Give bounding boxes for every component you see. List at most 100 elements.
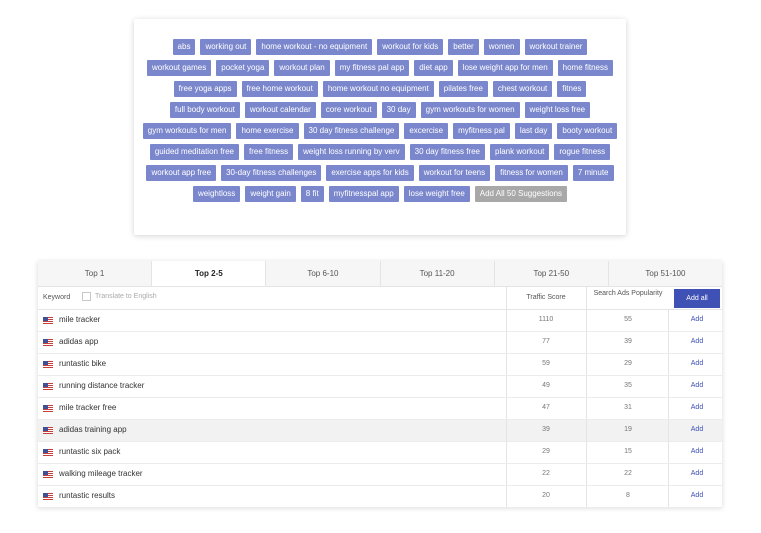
suggestion-tag[interactable]: pilates free (438, 81, 488, 97)
suggestion-tag[interactable]: fitness for women (495, 165, 568, 181)
suggestion-tag[interactable]: home workout no equipment (322, 81, 434, 97)
us-flag-icon (43, 427, 53, 434)
column-divider (668, 310, 669, 331)
suggestion-tag[interactable]: 30 day (381, 102, 416, 118)
us-flag-icon (43, 383, 53, 390)
suggestion-tag[interactable]: last day (514, 123, 553, 139)
suggestion-tag[interactable]: workout games (147, 60, 212, 76)
us-flag-icon (43, 339, 53, 346)
add-keyword-button[interactable]: Add (674, 316, 720, 323)
column-divider (586, 310, 587, 331)
tab-top-6-10[interactable]: Top 6-10 (266, 261, 381, 286)
column-divider (668, 442, 669, 463)
tab-top-21-50[interactable]: Top 21-50 (495, 261, 609, 286)
add-all-button[interactable]: Add all (674, 289, 720, 308)
column-divider (586, 420, 587, 441)
suggestion-tag[interactable]: 30 day fitness free (409, 144, 485, 160)
keyword-cell: adidas training app (59, 425, 127, 434)
keyword-cell: adidas app (59, 337, 99, 346)
popularity-cell: 55 (624, 316, 632, 323)
suggestion-tag[interactable]: working out (200, 39, 252, 55)
add-keyword-button[interactable]: Add (674, 382, 720, 389)
suggestion-tag[interactable]: 30-day fitness challenges (221, 165, 322, 181)
traffic-score-cell: 47 (542, 404, 550, 411)
add-keyword-button[interactable]: Add (674, 404, 720, 411)
tab-top-11-20[interactable]: Top 11-20 (381, 261, 495, 286)
add-keyword-button[interactable]: Add (674, 360, 720, 367)
add-keyword-button[interactable]: Add (674, 492, 720, 499)
add-keyword-button[interactable]: Add (674, 338, 720, 345)
tab-top-2-5[interactable]: Top 2-5 (152, 261, 267, 286)
suggestion-tag[interactable]: weight loss running by verv (298, 144, 405, 160)
table-row: walking mileage tracker 22 22 Add (38, 464, 722, 486)
popularity-cell: 31 (624, 404, 632, 411)
suggestion-tag[interactable]: 7 minute (572, 165, 614, 181)
us-flag-icon (43, 361, 53, 368)
suggestion-tag[interactable]: lose weight app for men (457, 60, 553, 76)
suggestion-tag[interactable]: workout app free (146, 165, 217, 181)
suggestion-tag[interactable]: my fitness pal app (334, 60, 410, 76)
suggestion-tag[interactable]: booty workout (557, 123, 618, 139)
suggestion-tag[interactable]: weight gain (245, 186, 296, 202)
popularity-cell: 39 (624, 338, 632, 345)
suggestion-tag[interactable]: myfitness pal (453, 123, 510, 139)
add-keyword-button[interactable]: Add (674, 470, 720, 477)
suggestion-tag[interactable]: excercise (404, 123, 449, 139)
keyword-cell: running distance tracker (59, 381, 145, 390)
column-divider (668, 354, 669, 375)
keyword-cell: walking mileage tracker (59, 469, 143, 478)
suggestion-tag[interactable]: diet app (414, 60, 453, 76)
suggestion-tag[interactable]: lose weight free (403, 186, 470, 202)
suggestion-tag[interactable]: gym workouts for women (420, 102, 520, 118)
suggestion-tag[interactable]: 30 day fitness challenge (303, 123, 400, 139)
suggestion-tag[interactable]: abs (172, 39, 196, 55)
suggestion-tag[interactable]: myfitnesspal app (328, 186, 399, 202)
suggestion-tag[interactable]: workout calendar (244, 102, 316, 118)
suggestion-tag[interactable]: gym workouts for men (142, 123, 232, 139)
popularity-cell: 19 (624, 426, 632, 433)
suggestion-tag[interactable]: workout trainer (524, 39, 588, 55)
suggestion-tag[interactable]: guided meditation free (149, 144, 239, 160)
table-row: runtastic six pack 29 15 Add (38, 442, 722, 464)
add-keyword-button[interactable]: Add (674, 448, 720, 455)
suggestion-tag[interactable]: home fitness (557, 60, 613, 76)
popularity-cell: 8 (626, 492, 630, 499)
us-flag-icon (43, 405, 53, 412)
suggestion-tag[interactable]: home exercise (236, 123, 299, 139)
suggestion-tag[interactable]: women (483, 39, 520, 55)
suggestion-tag[interactable]: workout for kids (377, 39, 444, 55)
popularity-cell: 35 (624, 382, 632, 389)
column-divider (668, 398, 669, 419)
column-divider (586, 287, 587, 309)
suggestion-tag[interactable]: full body workout (169, 102, 240, 118)
suggestion-tag[interactable]: free fitness (243, 144, 294, 160)
suggestion-tag[interactable]: 8 fit (300, 186, 324, 202)
suggestion-tag[interactable]: exercise apps for kids (326, 165, 414, 181)
suggestion-tag[interactable]: free yoga apps (173, 81, 237, 97)
table-row: mile tracker free 47 31 Add (38, 398, 722, 420)
suggestion-tag[interactable]: weightloss (192, 186, 241, 202)
translate-toggle[interactable]: Translate to English (82, 292, 157, 301)
suggestion-tag[interactable]: home workout - no equipment (256, 39, 373, 55)
suggestion-tag[interactable]: fitnes (557, 81, 587, 97)
column-divider (668, 376, 669, 397)
tab-top-51-100[interactable]: Top 51-100 (609, 261, 722, 286)
suggestion-tag[interactable]: chest workout (492, 81, 553, 97)
tab-top-1[interactable]: Top 1 (38, 261, 153, 286)
suggestion-tag[interactable]: weight loss free (524, 102, 591, 118)
suggestion-tag[interactable]: better (448, 39, 479, 55)
add-keyword-button[interactable]: Add (674, 426, 720, 433)
suggestion-tag[interactable]: rogue fitness (554, 144, 611, 160)
suggestion-tag[interactable]: core workout (320, 102, 377, 118)
traffic-score-cell: 22 (542, 470, 550, 477)
suggestion-tag[interactable]: pocket yoga (216, 60, 270, 76)
suggestion-tag[interactable]: workout for teens (418, 165, 491, 181)
suggestion-tags: abs working out home workout - no equipmen… (142, 39, 618, 202)
suggestion-tag[interactable]: free home workout (241, 81, 318, 97)
add-all-suggestions-button[interactable]: Add All 50 Suggestions (474, 186, 568, 202)
suggestion-tag[interactable]: workout plan (274, 60, 330, 76)
keyword-cell: runtastic bike (59, 359, 107, 368)
suggestion-tag[interactable]: plank workout (490, 144, 550, 160)
keyword-cell: runtastic six pack (59, 447, 121, 456)
translate-checkbox[interactable] (82, 292, 91, 301)
